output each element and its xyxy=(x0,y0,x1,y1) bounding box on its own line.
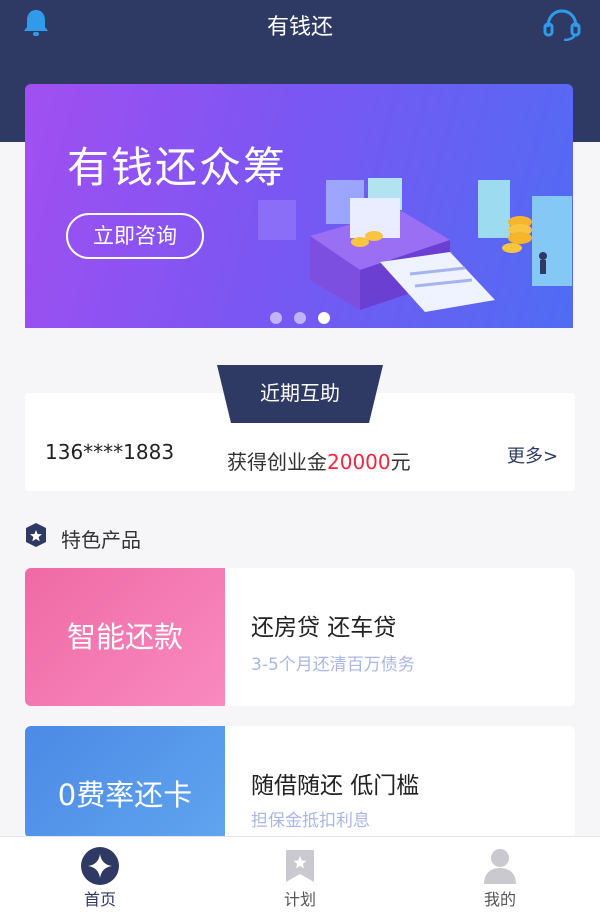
product-badge: 智能还款 xyxy=(25,568,225,706)
pagination-dot[interactable] xyxy=(270,312,282,324)
star-badge-icon xyxy=(26,523,46,547)
tab-label: 首页 xyxy=(83,890,116,909)
bookmark-star-icon xyxy=(286,850,314,882)
section-title: 特色产品 xyxy=(61,528,141,552)
tab-label: 计划 xyxy=(283,890,316,909)
banner-pagination[interactable] xyxy=(270,312,330,324)
award-amount: 20000 xyxy=(327,450,391,474)
product-card-smart-repay[interactable]: 智能还款 还房贷 还车贷 3-5个月还清百万债务 xyxy=(25,568,575,706)
product-title: 还房贷 还车贷 xyxy=(251,615,397,641)
tab-label: 我的 xyxy=(483,890,516,909)
promo-banner[interactable]: 有钱还众筹 立即咨询 xyxy=(25,84,573,328)
tab-home[interactable]: 首页 xyxy=(0,837,200,914)
tab-mine[interactable]: 我的 xyxy=(400,837,600,914)
headset-icon[interactable] xyxy=(543,7,581,41)
product-badge: 0费率还卡 xyxy=(25,726,225,838)
product-subtitle: 担保金抵扣利息 xyxy=(251,811,370,831)
pagination-dot[interactable] xyxy=(294,312,306,324)
app-title: 有钱还 xyxy=(266,15,333,40)
product-subtitle: 3-5个月还清百万债务 xyxy=(251,655,415,675)
home-diamond-icon xyxy=(81,847,119,885)
product-title: 随借随还 低门槛 xyxy=(251,773,420,799)
pagination-dot-active[interactable] xyxy=(318,312,330,324)
banner-illustration xyxy=(258,178,572,312)
bottom-tab-bar: 首页 计划 我的 xyxy=(0,836,600,914)
user-icon xyxy=(484,849,516,884)
award-suffix: 元 xyxy=(390,450,411,474)
award-prefix: 获得创业金 xyxy=(227,450,327,474)
recipient-phone: 136****1883 xyxy=(45,440,175,464)
recent-help-tab-label: 近期互助 xyxy=(260,381,340,405)
consult-button[interactable]: 立即咨询 xyxy=(66,213,204,259)
tab-plan[interactable]: 计划 xyxy=(200,837,400,914)
award-text: 获得创业金20000元 xyxy=(227,446,411,475)
more-link[interactable]: 更多> xyxy=(507,442,558,468)
top-bar: 有钱还 xyxy=(0,0,600,48)
product-card-zero-fee[interactable]: 0费率还卡 随借随还 低门槛 担保金抵扣利息 xyxy=(25,726,575,838)
